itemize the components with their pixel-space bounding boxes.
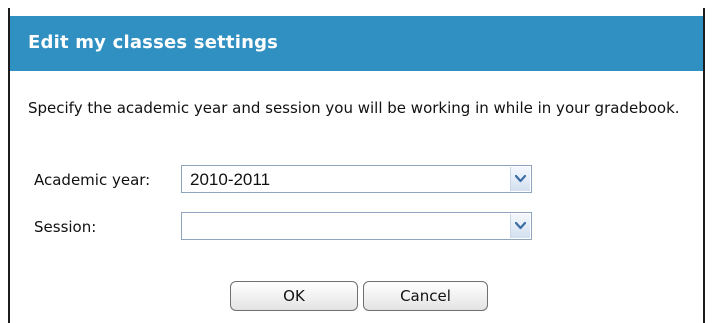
chevron-down-icon — [515, 174, 526, 183]
edit-classes-settings-dialog: Edit my classes settings Specify the aca… — [8, 8, 705, 323]
session-label: Session: — [34, 218, 97, 236]
ok-button[interactable]: OK — [230, 281, 358, 311]
academic-year-value: 2010-2011 — [190, 170, 271, 189]
dialog-titlebar: Edit my classes settings — [10, 16, 703, 71]
academic-year-dropdown-button[interactable] — [510, 167, 530, 191]
academic-year-select[interactable]: 2010-2011 — [181, 165, 532, 193]
session-dropdown-button[interactable] — [510, 214, 530, 238]
cancel-button[interactable]: Cancel — [363, 281, 488, 311]
academic-year-label: Academic year: — [34, 171, 151, 189]
chevron-down-icon — [515, 221, 526, 230]
instructions-text: Specify the academic year and session yo… — [28, 99, 680, 117]
dialog-title: Edit my classes settings — [28, 32, 279, 53]
session-select[interactable] — [181, 212, 532, 240]
